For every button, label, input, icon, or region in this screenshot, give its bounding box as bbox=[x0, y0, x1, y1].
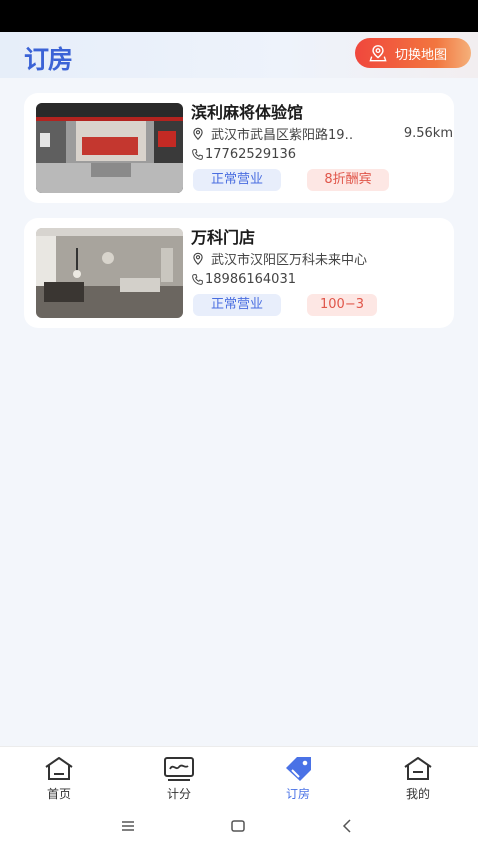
store-phone-row: 17762529136 bbox=[191, 147, 296, 162]
profile-home-icon bbox=[404, 757, 432, 780]
location-pin-icon bbox=[193, 252, 203, 265]
promo-badge: 100−3 bbox=[307, 294, 377, 316]
store-photo bbox=[36, 228, 183, 318]
store-address-row: 武汉市汉阳区万科未来中心 bbox=[191, 249, 453, 268]
tab-score[interactable]: 计分 bbox=[149, 755, 209, 802]
status-bar bbox=[0, 0, 478, 32]
tab-home-label: 首页 bbox=[46, 787, 71, 801]
promo-badge: 8折酬宾 bbox=[307, 169, 389, 191]
page-title: 订房 bbox=[24, 45, 73, 74]
store-distance: 9.56km bbox=[403, 126, 453, 141]
bottom-tab-bar: 首页 计分 订房 我的 bbox=[0, 746, 478, 804]
store-phone-row: 18986164031 bbox=[191, 272, 296, 287]
switch-map-label: 切换地图 bbox=[395, 47, 448, 63]
map-pin-icon bbox=[369, 45, 387, 62]
store-phone[interactable]: 17762529136 bbox=[205, 147, 296, 162]
status-badge: 正常营业 bbox=[193, 169, 281, 191]
store-name: 滨利麻将体验馆 bbox=[191, 103, 304, 122]
tab-mine[interactable]: 我的 bbox=[388, 755, 448, 802]
tab-booking-label: 订房 bbox=[285, 787, 310, 801]
back-icon[interactable] bbox=[340, 818, 356, 834]
status-badge: 正常营业 bbox=[193, 294, 281, 316]
phone-icon bbox=[192, 274, 203, 285]
store-card[interactable]: 万科门店 武汉市汉阳区万科未来中心 18986164031 正常营业 100−3 bbox=[24, 218, 454, 328]
location-pin-icon bbox=[193, 127, 203, 140]
tab-home[interactable]: 首页 bbox=[29, 755, 89, 802]
home-button-icon[interactable] bbox=[230, 818, 246, 834]
phone-icon bbox=[192, 149, 203, 160]
store-address-row: 武汉市武昌区紫阳路19‥ 9.56km bbox=[191, 124, 453, 143]
home-icon bbox=[45, 757, 73, 780]
store-address: 武汉市汉阳区万科未来中心 bbox=[211, 253, 368, 268]
store-name: 万科门店 bbox=[191, 228, 256, 247]
tab-mine-label: 我的 bbox=[405, 787, 430, 801]
menu-icon[interactable] bbox=[120, 818, 136, 834]
scoreboard-icon bbox=[164, 757, 194, 781]
store-address: 武汉市武昌区紫阳路19‥ bbox=[211, 128, 354, 143]
store-phone[interactable]: 18986164031 bbox=[205, 272, 296, 287]
system-navigation-bar bbox=[0, 804, 478, 850]
tag-icon bbox=[286, 757, 311, 781]
tab-score-label: 计分 bbox=[166, 787, 191, 801]
switch-map-button[interactable]: 切换地图 bbox=[355, 38, 471, 68]
tab-booking[interactable]: 订房 bbox=[268, 755, 328, 802]
store-card[interactable]: 滨利麻将体验馆 武汉市武昌区紫阳路19‥ 9.56km 17762529136 … bbox=[24, 93, 454, 203]
store-photo bbox=[36, 103, 183, 193]
